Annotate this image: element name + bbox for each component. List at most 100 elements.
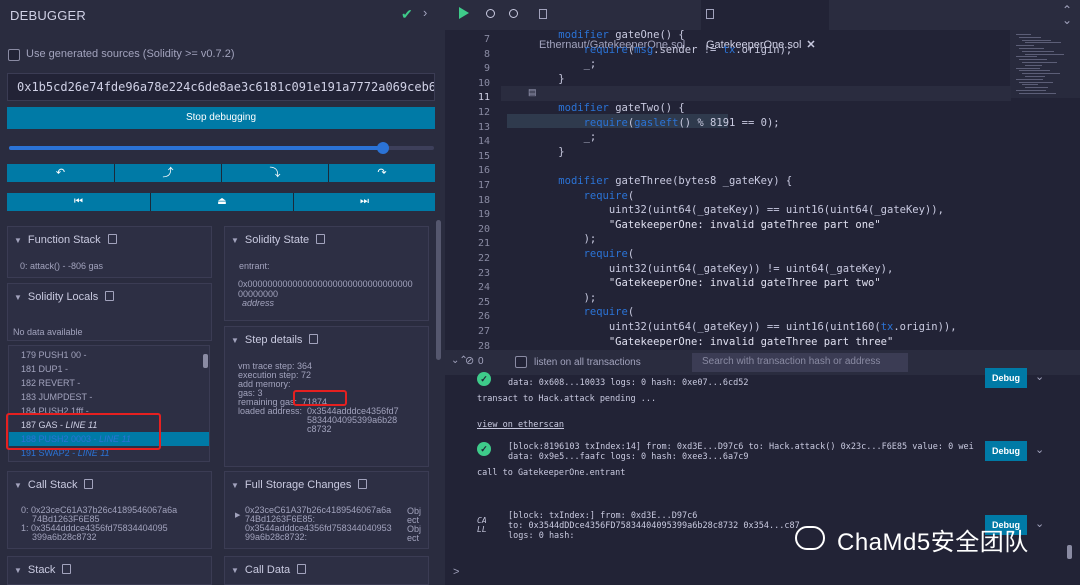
line-number[interactable]: 11 [478,92,490,103]
view-on-etherscan-link[interactable]: view on etherscan [477,420,564,430]
caret-right-icon[interactable]: ▶ [235,510,240,521]
code-line: require( [583,189,635,202]
line-number[interactable]: 7 [484,34,490,45]
copy-icon[interactable] [62,564,72,574]
debugger-header: DEBUGGER ✔ › [0,0,445,30]
use-generated-sources-label: Use generated sources (Solidity >= v0.7.… [26,48,235,60]
step-back-button[interactable]: ⤴ [114,164,221,182]
line-number[interactable]: 26 [478,311,490,322]
function-stack-header[interactable]: ▼ Function Stack [14,233,117,246]
minimap-line [1019,92,1056,94]
minimap-line [1025,53,1064,55]
line-number[interactable]: 19 [478,209,490,220]
code-line: modifier gateThree(bytes8 _gateKey) { [558,175,793,187]
minimap-line [1016,78,1043,80]
copy-icon[interactable] [316,234,326,244]
solidity-locals-header[interactable]: ▼ Solidity Locals [14,290,115,303]
line-number[interactable]: 20 [478,224,490,235]
transaction-hash-input[interactable]: 0x1b5cd26e74fde96a78e224c6de8ae3c6181c09… [7,73,435,101]
minimap-line [1022,84,1038,86]
editor-tab-bar: Ethernaut/GatekeeperOne.sol GatekeeperOn… [445,0,1080,51]
copy-icon[interactable] [84,479,94,489]
stack-title: Stack [27,564,56,576]
use-generated-sources-checkbox[interactable] [8,49,20,61]
line-gutter[interactable]: 7 8 9 10 11 12 13 14 15 16 17 18 19 20 21 22 23 24 25 26 27 2… [445,30,500,352]
step-over-forward-button[interactable]: ↷ [328,164,435,182]
terminal-call-line: call to GatekeeperOne.entrant [477,468,626,478]
copy-icon[interactable] [358,479,368,489]
line-number[interactable]: 25 [478,297,490,308]
step-slider-handle[interactable] [377,142,389,154]
listen-all-checkbox[interactable] [515,356,527,368]
copy-icon[interactable] [107,234,117,244]
jump-out-button[interactable]: ⏏ [150,193,293,211]
copy-icon[interactable] [105,291,115,301]
line-number[interactable]: 12 [478,107,490,118]
expand-icon[interactable]: ⌄ [1035,443,1044,456]
line-number[interactable]: 13 [478,122,490,133]
opcodes-scrollbar[interactable] [203,354,208,368]
line-number[interactable]: 15 [478,151,490,162]
solidity-locals-title: Solidity Locals [27,291,99,303]
function-stack-card: ▼ Function Stack 0: attack() - -806 gas [7,226,212,278]
line-number[interactable]: 9 [484,63,490,74]
line-number[interactable]: 27 [478,326,490,337]
line-number[interactable]: 18 [478,195,490,206]
code-line: "GatekeeperOne: invalid gateThree part t… [608,277,881,290]
stop-debugging-button[interactable]: Stop debugging [7,107,435,129]
copy-icon[interactable] [309,334,319,344]
code-line: } [533,72,565,85]
line-number[interactable]: 10 [478,78,490,89]
call-data-header[interactable]: ▼ Call Data [231,563,307,576]
transaction-search-input[interactable]: Search with transaction hash or address [692,353,908,372]
minimap-line [1019,36,1041,38]
debug-button-2[interactable]: Debug [985,441,1027,461]
tab-scroll-arrows[interactable]: ⌃ ⌄ [1062,4,1072,26]
full-storage-changes-header[interactable]: ▼ Full Storage Changes [231,478,368,491]
zoom-out-icon[interactable] [486,9,495,18]
debug-button-1[interactable]: Debug [985,368,1027,388]
line-number[interactable]: 21 [478,238,490,249]
expand-icon[interactable]: ⌄ [1035,370,1044,383]
step-details-header[interactable]: ▼ Step details [231,333,319,346]
line-number[interactable]: 14 [478,136,490,147]
copy-icon[interactable] [297,564,307,574]
opcode-item[interactable]: 181 DUP1 - [9,362,209,376]
tab-ethernaut-gatekeeperone[interactable]: Ethernaut/GatekeeperOne.sol [533,0,693,51]
zoom-in-icon[interactable] [509,9,518,18]
line-number[interactable]: 16 [478,165,490,176]
solidity-state-card: ▼ Solidity State entrant: 0x0000000000000… [224,226,429,321]
line-number[interactable]: 23 [478,268,490,279]
line-number[interactable]: 17 [478,180,490,191]
step-into-button[interactable]: ⤵ [221,164,328,182]
call-stack-title: Call Stack [27,479,78,491]
opcode-item[interactable]: 179 PUSH1 00 - [9,348,209,362]
terminal-scrollbar[interactable] [1067,545,1072,559]
minimap-line [1022,73,1060,75]
opcode-item[interactable]: 182 REVERT - [9,376,209,390]
code-line: ); [533,291,597,304]
clear-icon[interactable]: ⊘ [465,354,474,367]
jump-previous-breakpoint-button[interactable]: ⏮ [7,193,150,211]
tab-gatekeeperone[interactable]: GatekeeperOne.sol ✕ [701,0,829,51]
call-data-title: Call Data [244,564,291,576]
opcode-item[interactable]: 183 JUMPDEST - [9,390,209,404]
debugger-scrollbar[interactable] [436,220,441,360]
expand-icon[interactable]: ⌄ [1035,517,1044,530]
jump-next-breakpoint-button[interactable]: ⏭ [293,193,435,211]
solidity-state-header[interactable]: ▼ Solidity State [231,233,326,246]
close-icon[interactable]: ✕ [806,39,815,51]
line-number[interactable]: 24 [478,282,490,293]
minimap[interactable] [1010,30,1080,98]
line-number[interactable]: 22 [478,253,490,264]
success-icon: ✓ [477,372,491,386]
line-number[interactable]: 8 [484,49,490,60]
stack-header[interactable]: ▼ Stack [14,563,72,576]
chevron-right-icon[interactable]: › [423,5,427,20]
run-icon[interactable] [459,7,469,19]
step-over-back-button[interactable]: ↶ [7,164,114,182]
terminal-prompt[interactable]: > [453,566,459,578]
step-slider-fill [9,146,383,150]
minimap-line [1022,62,1057,63]
call-stack-header[interactable]: ▼ Call Stack [14,478,94,491]
